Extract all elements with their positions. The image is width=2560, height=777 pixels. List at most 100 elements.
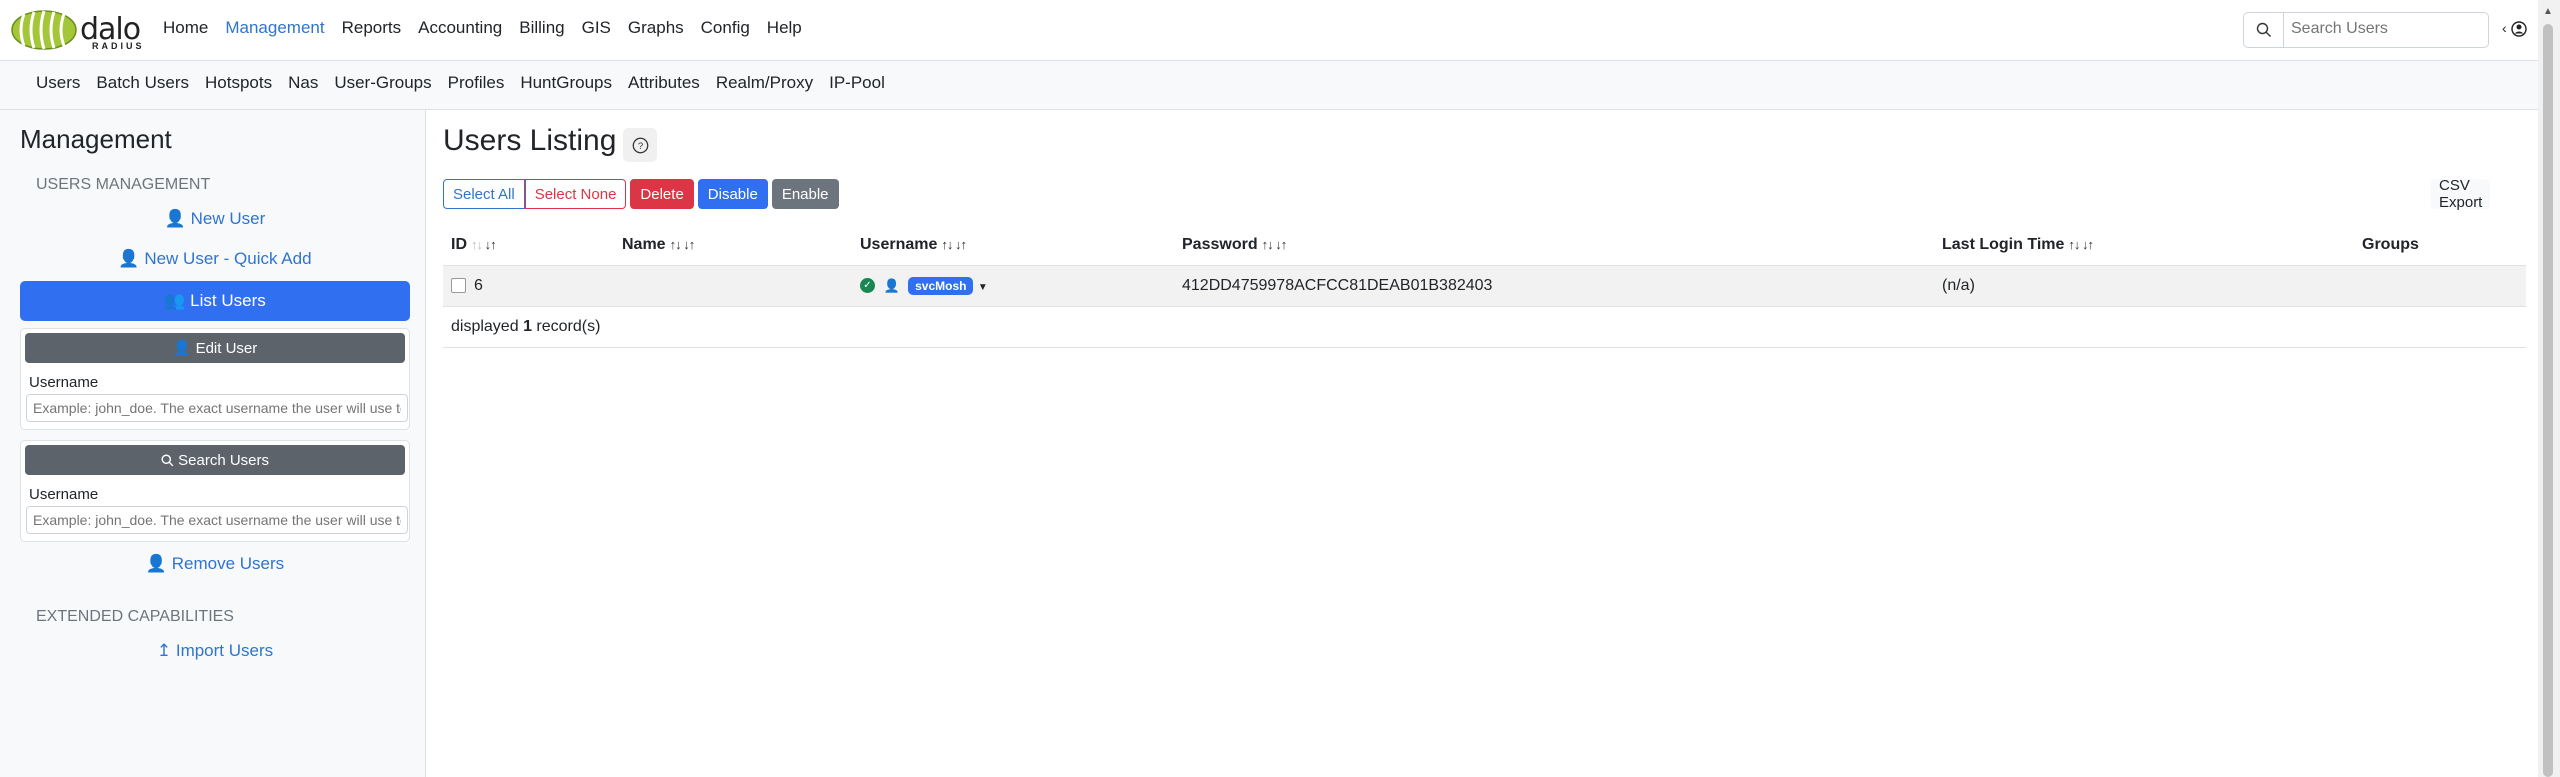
scroll-up-arrow-icon[interactable]: ▲ [2543,6,2553,17]
search-username-input[interactable] [26,506,408,534]
person-icon: 👤 [883,278,900,294]
cell-name [614,265,852,307]
nav-billing[interactable]: Billing [519,18,564,38]
cell-groups [2354,265,2526,307]
nav-graphs[interactable]: Graphs [628,18,684,38]
nav-reports[interactable]: Reports [342,18,402,38]
page-title: Users Listing [443,124,617,157]
user-edit-icon: 👤 [172,340,192,357]
records-count: 1 [523,318,532,335]
csv-export-button[interactable]: CSV Export [2431,177,2491,211]
subnav-batch-users[interactable]: Batch Users [96,73,189,93]
col-header-last-login[interactable]: Last Login Time ↑↓ ↓↑ [1934,225,2354,266]
user-remove-icon: 👤 [145,554,167,573]
user-menu[interactable]: ‹ [2502,20,2527,37]
upload-icon: ↥ [156,641,172,660]
new-user-quick-add-link[interactable]: 👤 New User - Quick Add [20,249,410,269]
list-users-link[interactable]: 👥 List Users [20,281,410,321]
subnav-realm-proxy[interactable]: Realm/Proxy [716,73,813,93]
edit-user-form: 👤 Edit User Username [20,328,410,430]
logo-subtext: RADIUS [92,41,145,51]
subnav-huntgroups[interactable]: HuntGroups [520,73,612,93]
main-nav: Home Management Reports Accounting Billi… [163,18,819,38]
table-row: 6 ✓ 👤 svcMosh ▼ 412DD4759978ACFCC81DEAB0… [443,265,2526,307]
users-table: ID ↑↓ ↓↑ Name ↑↓ ↓↑ Username ↑↓ ↓↑ Password… [443,225,2526,348]
select-none-button[interactable]: Select None [524,179,627,209]
username-badge[interactable]: svcMosh [908,276,974,295]
edit-user-button[interactable]: 👤 Edit User [25,333,405,363]
col-header-username[interactable]: Username ↑↓ ↓↑ [852,225,1174,266]
search-users-button[interactable]: Search Users [25,445,405,475]
search-username-label: Username [29,486,99,503]
sort-icon[interactable]: ↑↓ ↓↑ [941,237,967,252]
search-users-input[interactable] [2289,19,2483,39]
subnav-user-groups[interactable]: User-Groups [334,73,431,93]
user-plus-icon: 👤 [164,209,186,228]
sort-icon[interactable]: ↑↓ ↓↑ [670,237,696,252]
disable-button[interactable]: Disable [697,179,768,209]
caret-left-icon: ‹ [2502,20,2507,36]
top-navbar: dalo RADIUS Home Management Reports Acco… [0,0,2538,61]
sidebar: Management USERS MANAGEMENT 👤 New User 👤… [0,110,426,777]
import-users-link[interactable]: ↥ Import Users [20,641,410,661]
records-summary: displayed 1 record(s) [443,306,2526,348]
new-user-link[interactable]: 👤 New User [20,209,410,229]
cell-username: ✓ 👤 svcMosh ▼ [852,265,1174,307]
logo-mark-icon [11,10,77,50]
daloradius-logo[interactable]: dalo RADIUS [10,8,150,52]
subnav-nas[interactable]: Nas [288,73,318,93]
scroll-thumb[interactable] [2543,24,2553,777]
table-footer-row: displayed 1 record(s) [443,306,2526,348]
caret-down-icon[interactable]: ▼ [978,282,988,293]
subnav-profiles[interactable]: Profiles [448,73,505,93]
nav-home[interactable]: Home [163,18,208,38]
svg-text:?: ? [637,141,642,152]
help-button[interactable]: ? [623,128,657,162]
nav-config[interactable]: Config [701,18,750,38]
col-header-password[interactable]: Password ↑↓ ↓↑ [1174,225,1934,266]
select-all-button[interactable]: Select All [443,179,525,209]
page-scrollbar[interactable]: ▲ [2538,0,2560,777]
section-extended-capabilities: EXTENDED CAPABILITIES [36,608,234,625]
subnav-ip-pool[interactable]: IP-Pool [829,73,885,93]
edit-username-input[interactable] [26,394,408,422]
section-users-management: USERS MANAGEMENT [36,176,211,193]
remove-users-link[interactable]: 👤 Remove Users [20,554,410,574]
nav-help[interactable]: Help [767,18,802,38]
import-users-label: Import Users [175,641,274,660]
records-prefix: displayed [451,318,519,335]
col-groups-label: Groups [2362,236,2419,253]
subnav-attributes[interactable]: Attributes [628,73,700,93]
table-header-row: ID ↑↓ ↓↑ Name ↑↓ ↓↑ Username ↑↓ ↓↑ Password… [443,225,2526,266]
delete-button[interactable]: Delete [630,179,694,209]
enable-button[interactable]: Enable [771,179,839,209]
sidebar-title: Management [20,124,172,154]
nav-gis[interactable]: GIS [582,18,611,38]
subnav-hotspots[interactable]: Hotspots [205,73,272,93]
search-users-box [2243,12,2489,48]
sub-nav-bar: Users Batch Users Hotspots Nas User-Grou… [0,61,2538,110]
users-list-icon: 👥 [164,291,186,310]
col-header-name[interactable]: Name ↑↓ ↓↑ [614,225,852,266]
sort-icon[interactable]: ↑↓ ↓↑ [2068,237,2094,252]
col-header-id[interactable]: ID ↑↓ ↓↑ [443,225,614,266]
nav-management[interactable]: Management [225,18,324,38]
col-header-groups: Groups [2354,225,2526,266]
search-users-form: Search Users Username [20,440,410,542]
search-button[interactable] [2244,13,2284,47]
search-users-label: Search Users [178,451,270,469]
row-id: 6 [474,277,483,294]
sort-icon[interactable]: ↑↓ ↓↑ [471,237,497,252]
list-users-label: List Users [190,291,266,310]
col-password-label: Password [1182,236,1258,253]
user-circle-icon [2510,21,2527,37]
row-checkbox[interactable] [451,278,466,294]
subnav-users[interactable]: Users [36,73,80,93]
new-user-label: New User [190,209,266,228]
col-name-label: Name [622,236,666,253]
user-plus-icon: 👤 [118,249,140,268]
nav-accounting[interactable]: Accounting [418,18,502,38]
col-last-login-label: Last Login Time [1942,236,2065,253]
sort-icon[interactable]: ↑↓ ↓↑ [1262,237,1288,252]
cell-password: 412DD4759978ACFCC81DEAB01B382403 [1174,265,1934,307]
